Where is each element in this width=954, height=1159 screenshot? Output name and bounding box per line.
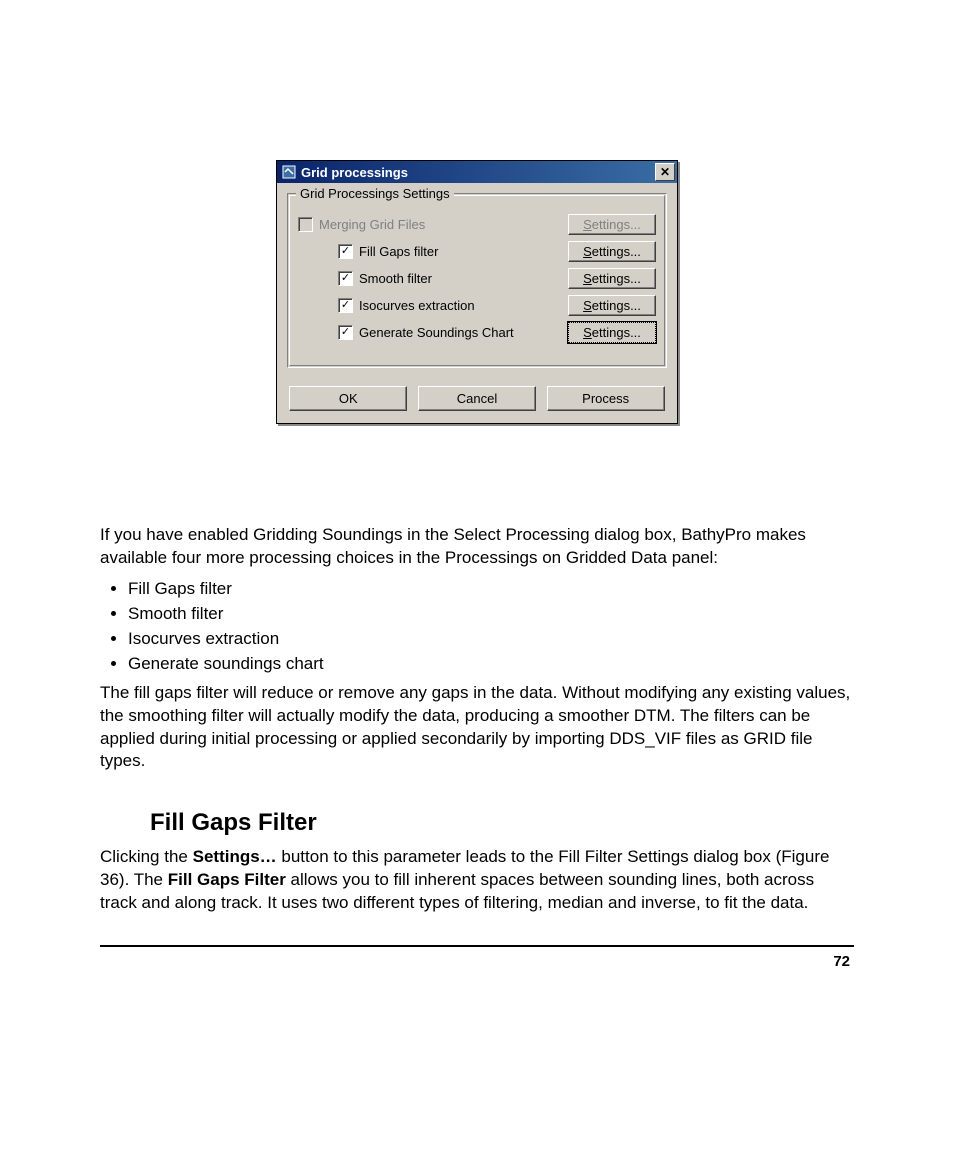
row-smooth: ✓ Smooth filter Settings... [298, 268, 656, 289]
app-icon [281, 164, 297, 180]
row-soundings: ✓ Generate Soundings Chart Settings... [298, 322, 656, 343]
list-item: Isocurves extraction [128, 628, 854, 651]
groupbox-legend: Grid Processings Settings [296, 186, 454, 201]
dialog-figure: Grid processings ✕ Grid Processings Sett… [100, 160, 854, 424]
intro-paragraph: If you have enabled Gridding Soundings i… [100, 524, 854, 570]
ok-button[interactable]: OK [289, 386, 407, 411]
settings-button-isocurves[interactable]: Settings... [568, 295, 656, 316]
settings-button-merging[interactable]: Settings... [568, 214, 656, 235]
explanation-paragraph: The fill gaps filter will reduce or remo… [100, 682, 854, 774]
cancel-button[interactable]: Cancel [418, 386, 536, 411]
section-paragraph: Clicking the Settings… button to this pa… [100, 846, 854, 915]
label-smooth: Smooth filter [359, 271, 568, 286]
checkbox-soundings[interactable]: ✓ [338, 325, 353, 340]
footer-rule [100, 945, 854, 947]
page-number: 72 [100, 953, 850, 970]
settings-button-soundings[interactable]: Settings... [568, 322, 656, 343]
row-fill-gaps: ✓ Fill Gaps filter Settings... [298, 241, 656, 262]
close-icon: ✕ [660, 165, 670, 179]
section-heading-fill-gaps: Fill Gaps Filter [150, 807, 854, 839]
document-page: Grid processings ✕ Grid Processings Sett… [0, 0, 954, 1010]
row-isocurves: ✓ Isocurves extraction Settings... [298, 295, 656, 316]
checkbox-fill-gaps[interactable]: ✓ [338, 244, 353, 259]
checkbox-merging[interactable] [298, 217, 313, 232]
dialog-title: Grid processings [301, 165, 655, 180]
list-item: Smooth filter [128, 603, 854, 626]
doc-body: If you have enabled Gridding Soundings i… [100, 524, 854, 915]
dialog-button-row: OK Cancel Process [277, 376, 677, 423]
label-merging: Merging Grid Files [319, 217, 568, 232]
label-fill-gaps: Fill Gaps filter [359, 244, 568, 259]
checkbox-smooth[interactable]: ✓ [338, 271, 353, 286]
label-soundings: Generate Soundings Chart [359, 325, 568, 340]
list-item: Fill Gaps filter [128, 578, 854, 601]
row-merging: Merging Grid Files Settings... [298, 214, 656, 235]
settings-groupbox: Grid Processings Settings Merging Grid F… [287, 193, 667, 368]
settings-button-fill-gaps[interactable]: Settings... [568, 241, 656, 262]
list-item: Generate soundings chart [128, 653, 854, 676]
close-button[interactable]: ✕ [655, 163, 675, 181]
titlebar: Grid processings ✕ [277, 161, 677, 183]
checkbox-isocurves[interactable]: ✓ [338, 298, 353, 313]
bullet-list: Fill Gaps filter Smooth filter Isocurves… [128, 578, 854, 676]
settings-button-smooth[interactable]: Settings... [568, 268, 656, 289]
grid-processings-dialog: Grid processings ✕ Grid Processings Sett… [276, 160, 678, 424]
process-button[interactable]: Process [547, 386, 665, 411]
label-isocurves: Isocurves extraction [359, 298, 568, 313]
